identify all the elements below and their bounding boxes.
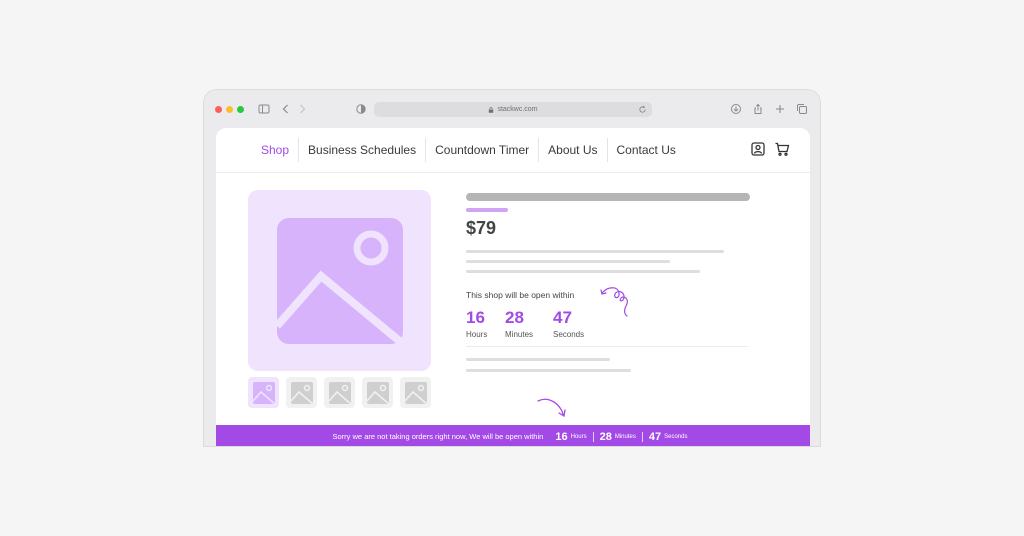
image-placeholder-icon	[290, 381, 313, 404]
countdown-minutes-label: Minutes	[505, 330, 534, 339]
minimize-window-button[interactable]	[226, 106, 233, 113]
banner-separator	[592, 431, 594, 442]
image-placeholder-icon	[404, 381, 427, 404]
url-text: stackwc.com	[497, 106, 538, 113]
description-line	[466, 369, 631, 372]
product-subtitle-placeholder	[466, 208, 508, 212]
thumbnail-1[interactable]	[248, 377, 279, 408]
sidebar-icon[interactable]	[256, 101, 272, 117]
nav-icons	[750, 141, 790, 157]
product-price: $79	[466, 218, 497, 238]
new-tab-icon[interactable]	[772, 101, 788, 117]
lock-icon	[488, 106, 494, 113]
banner-minutes-value: 28	[599, 430, 612, 443]
banner-minutes-label: Minutes	[614, 433, 636, 440]
privacy-shield-icon[interactable]	[353, 101, 369, 117]
countdown-hours-value: 16	[466, 308, 485, 327]
thumbnail-2[interactable]	[286, 377, 317, 408]
share-icon[interactable]	[750, 101, 766, 117]
open-within-label: This shop will be open within	[466, 290, 575, 300]
scribble-arrow-icon	[600, 287, 628, 317]
image-placeholder-icon	[366, 381, 389, 404]
maximize-window-button[interactable]	[237, 106, 244, 113]
cart-icon[interactable]	[774, 141, 790, 157]
banner-hours-value: 16	[555, 430, 568, 443]
banner-separator	[641, 431, 643, 442]
countdown-seconds-label: Seconds	[553, 330, 585, 339]
curved-arrow-icon	[537, 398, 566, 418]
countdown-hours: 16 Hours	[466, 308, 487, 339]
nav-item-contact-us[interactable]: Contact Us	[608, 138, 685, 162]
reload-icon[interactable]	[638, 105, 647, 114]
divider	[466, 346, 748, 347]
browser-toolbar: stackwc.com	[204, 90, 820, 128]
countdown-seconds: 47 Seconds	[553, 308, 584, 339]
tabs-overview-icon[interactable]	[794, 101, 810, 117]
image-placeholder-icon	[328, 381, 351, 404]
description-line	[466, 358, 610, 361]
browser-window: stackwc.com Shop Business Schedules Coun…	[203, 89, 821, 447]
back-icon[interactable]	[278, 101, 294, 117]
banner-message: Sorry we are not taking orders right now…	[332, 432, 544, 441]
site-navigation: Shop Business Schedules Countdown Timer …	[216, 128, 810, 173]
thumbnail-strip	[248, 377, 431, 408]
description-line	[466, 250, 724, 253]
closed-store-banner: Sorry we are not taking orders right now…	[216, 425, 810, 446]
nav-item-shop[interactable]: Shop	[252, 138, 300, 162]
page-viewport: Shop Business Schedules Countdown Timer …	[216, 128, 810, 446]
countdown-seconds-value: 47	[553, 308, 572, 327]
banner-seconds-label: Seconds	[664, 433, 688, 440]
account-icon[interactable]	[750, 141, 766, 157]
product-main-image[interactable]	[248, 190, 431, 371]
thumbnail-3[interactable]	[324, 377, 355, 408]
countdown-hours-label: Hours	[466, 330, 488, 339]
thumbnail-4[interactable]	[362, 377, 393, 408]
banner-hours-label: Hours	[570, 433, 587, 440]
image-placeholder-icon	[252, 381, 275, 404]
nav-item-countdown-timer[interactable]: Countdown Timer	[426, 138, 540, 162]
banner-seconds-value: 47	[648, 430, 662, 443]
countdown-minutes-value: 28	[505, 308, 524, 327]
nav-item-business-schedules[interactable]: Business Schedules	[299, 138, 427, 162]
product-title-placeholder	[466, 193, 750, 201]
thumbnail-5[interactable]	[400, 377, 431, 408]
description-line	[466, 270, 700, 273]
nav-links: Shop Business Schedules Countdown Timer …	[252, 138, 685, 162]
nav-item-about-us[interactable]: About Us	[539, 138, 608, 162]
image-placeholder-icon	[277, 218, 403, 344]
address-bar[interactable]: stackwc.com	[374, 102, 652, 117]
countdown-minutes: 28 Minutes	[505, 308, 533, 339]
download-icon[interactable]	[728, 101, 744, 117]
close-window-button[interactable]	[215, 106, 222, 113]
description-line	[466, 260, 670, 263]
forward-icon[interactable]	[294, 101, 310, 117]
